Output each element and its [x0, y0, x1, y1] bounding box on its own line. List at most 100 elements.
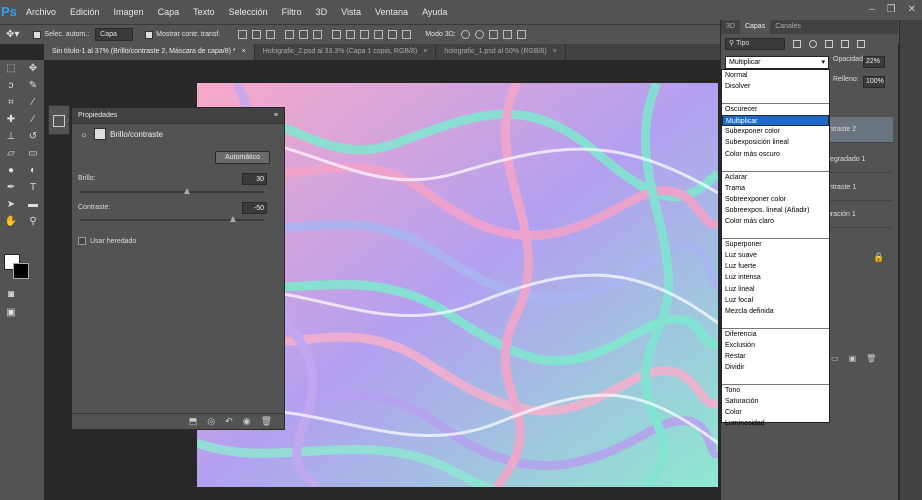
close-tab-icon[interactable]: × — [423, 48, 427, 55]
layer-mask-icon[interactable] — [94, 128, 106, 140]
smart-object-filter-icon[interactable] — [857, 40, 865, 48]
blend-mode-option[interactable]: Tono — [722, 385, 829, 396]
dodge-icon[interactable]: ◐ — [22, 162, 44, 179]
show-transform-checkbox[interactable]: Mostrar contr. transf. — [145, 28, 220, 42]
reset-icon[interactable]: ↶ — [225, 416, 233, 427]
move-tool-icon[interactable]: ✥▾ — [6, 28, 19, 42]
contrast-slider[interactable] — [80, 216, 264, 222]
blend-mode-option[interactable]: Normal — [722, 70, 829, 81]
close-tab-icon[interactable]: × — [553, 48, 557, 55]
restore-button[interactable]: ❐ — [887, 4, 896, 15]
lasso-icon[interactable]: ↄ — [0, 77, 22, 94]
document-tab[interactable]: Holografic_2.psd al 33.3% (Capa 1 copia,… — [255, 44, 437, 60]
blend-mode-option[interactable]: Luz intensa — [722, 272, 829, 283]
brightness-slider[interactable] — [80, 188, 264, 194]
orbit-3d-icon[interactable] — [460, 30, 470, 39]
blend-mode-option[interactable]: Restar — [722, 351, 829, 362]
pan-3d-icon[interactable] — [488, 30, 498, 39]
scale-3d-icon[interactable] — [516, 30, 526, 39]
history-brush-icon[interactable]: ↺ — [22, 128, 44, 145]
blend-mode-option[interactable]: Multiplicar — [722, 115, 829, 127]
menu-2[interactable]: Imagen — [107, 7, 151, 17]
blend-mode-option[interactable]: Luz suave — [722, 250, 829, 261]
eraser-icon[interactable]: ▱ — [0, 145, 22, 162]
move-icon[interactable]: ✥ — [22, 60, 44, 77]
distribute-left-icon[interactable] — [374, 30, 384, 39]
menu-9[interactable]: Ventana — [368, 7, 415, 17]
blend-mode-option[interactable]: Saturación — [722, 396, 829, 407]
healing-brush-icon[interactable]: ✚ — [0, 111, 22, 128]
blend-mode-option[interactable]: Subexponer color — [722, 126, 829, 137]
distribute-top-icon[interactable] — [332, 30, 342, 39]
blend-mode-option[interactable]: Sobreexpos. lineal (Añadir) — [722, 205, 829, 216]
crop-icon[interactable]: ⌗ — [0, 94, 22, 111]
document-tab[interactable]: holografic_1.psd al 50% (RGB/8) × — [436, 44, 566, 60]
use-legacy-option[interactable]: Usar heredado — [78, 237, 136, 245]
close-button[interactable]: ✕ — [908, 4, 916, 15]
use-legacy-checkbox[interactable] — [78, 237, 86, 245]
path-select-icon[interactable]: ➤ — [0, 196, 22, 213]
panel-tab[interactable]: 3D — [721, 20, 740, 34]
brightness-input[interactable]: 30 — [242, 173, 267, 185]
auto-button[interactable]: Automático — [215, 151, 270, 164]
layer-filter-select[interactable]: ⚲ Tipo — [725, 38, 785, 50]
delete-layer-icon[interactable]: 🗑 — [866, 354, 876, 363]
blend-mode-option[interactable]: Oscurecer — [722, 104, 829, 115]
shape-filter-icon[interactable] — [841, 40, 849, 48]
color-swatches[interactable] — [4, 254, 34, 282]
screen-mode-icon[interactable]: ▣ — [0, 304, 22, 321]
zoom-icon[interactable]: ⚲ — [22, 213, 44, 230]
blend-mode-option[interactable]: Color — [722, 407, 829, 418]
clone-stamp-icon[interactable]: ⊥ — [0, 128, 22, 145]
quick-mask-icon[interactable]: ◙ — [0, 286, 22, 303]
distribute-right-icon[interactable] — [402, 30, 412, 39]
auto-select-checkbox[interactable]: Selec. autom.: — [33, 28, 89, 42]
panel-menu-icon[interactable]: ≡ — [274, 108, 278, 124]
blend-mode-option[interactable]: Sobreexponer color — [722, 194, 829, 205]
fill-input[interactable]: 100% — [863, 76, 885, 88]
contrast-input[interactable]: -50 — [242, 202, 267, 214]
menu-10[interactable]: Ayuda — [415, 7, 454, 17]
contrast-slider-thumb[interactable] — [229, 216, 236, 222]
align-center-icon[interactable] — [299, 30, 309, 39]
adjustment-filter-icon[interactable] — [809, 40, 817, 48]
blend-mode-option[interactable]: Color más oscuro — [722, 149, 829, 160]
gradient-icon[interactable]: ▭ — [22, 145, 44, 162]
eyedropper-icon[interactable]: ⁄ — [22, 94, 44, 111]
menu-5[interactable]: Selección — [222, 7, 275, 17]
pixel-filter-icon[interactable] — [793, 40, 801, 48]
blend-mode-option[interactable]: Luminosidad — [722, 418, 829, 429]
align-top-icon[interactable] — [238, 30, 248, 39]
blend-mode-option[interactable]: Disolver — [722, 81, 829, 92]
panel-tab[interactable]: Canales — [770, 20, 806, 34]
visibility-eye-icon[interactable]: ◉ — [243, 416, 251, 427]
new-layer-icon[interactable]: ▣ — [849, 354, 857, 363]
menu-7[interactable]: 3D — [309, 7, 335, 17]
align-right-icon[interactable] — [313, 30, 323, 39]
blend-mode-option[interactable]: Luz lineal — [722, 284, 829, 295]
align-left-icon[interactable] — [285, 30, 295, 39]
menu-4[interactable]: Texto — [186, 7, 222, 17]
menu-1[interactable]: Edición — [63, 7, 107, 17]
menu-0[interactable]: Archivo — [19, 7, 63, 17]
auto-select-target[interactable]: Capa — [95, 28, 134, 41]
distribute-bottom-icon[interactable] — [360, 30, 370, 39]
brightness-slider-thumb[interactable] — [183, 188, 190, 194]
trash-icon[interactable]: 🗑 — [261, 416, 272, 427]
background-color[interactable] — [13, 263, 29, 279]
menu-6[interactable]: Filtro — [275, 7, 309, 17]
blend-mode-option[interactable]: Superponer — [722, 239, 829, 250]
adjustments-dock-icon[interactable] — [53, 115, 65, 127]
new-group-icon[interactable]: ▭ — [831, 354, 839, 363]
shape-icon[interactable]: ▬ — [22, 196, 44, 213]
blend-mode-option[interactable]: Subexposición lineal — [722, 137, 829, 148]
align-middle-icon[interactable] — [252, 30, 262, 39]
view-previous-icon[interactable]: ◎ — [207, 416, 215, 427]
panel-tab[interactable]: Capas — [739, 20, 771, 34]
blur-icon[interactable]: ● — [0, 162, 22, 179]
distribute-middle-icon[interactable] — [346, 30, 356, 39]
blend-mode-option[interactable]: Diferencia — [722, 329, 829, 340]
slide-3d-icon[interactable] — [502, 30, 512, 39]
blend-mode-option[interactable]: Mezcla definida — [722, 306, 829, 317]
layer-row[interactable]: turación 1 — [825, 202, 893, 228]
